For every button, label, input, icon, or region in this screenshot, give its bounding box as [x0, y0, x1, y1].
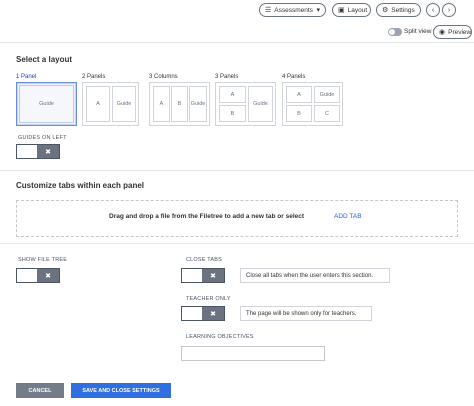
layout-label-1-panel: 1 Panel — [16, 74, 37, 80]
dropzone-text: Drag and drop a file from the Filetree t… — [109, 213, 305, 220]
toggle-knob — [182, 269, 202, 282]
layout-option-3-columns[interactable]: A B Guide — [149, 82, 210, 126]
layout-cell-guide: Guide — [314, 86, 340, 103]
settings-label: Settings — [391, 6, 415, 14]
split-view-toggle[interactable] — [388, 28, 402, 36]
gear-icon: ⚙ — [382, 7, 389, 14]
toolbar-divider — [0, 42, 474, 43]
layout-cell-a: A — [153, 86, 170, 122]
preview-label: Preview — [448, 28, 472, 36]
settings-button[interactable]: ⚙ Settings — [376, 3, 421, 17]
close-tabs-label: CLOSE TABS — [186, 257, 223, 263]
layout-option-2-panels[interactable]: A Guide — [82, 82, 139, 126]
x-icon: ✖ — [45, 148, 51, 156]
list-icon: ☰ — [265, 7, 272, 14]
close-tabs-description: Close all tabs when the user enters this… — [240, 268, 390, 283]
teacher-only-description-text: The page will be shown only for teachers… — [246, 310, 357, 317]
layout-button[interactable]: ▣ Layout — [332, 3, 371, 17]
layout-label-3-panels: 3 Panels — [215, 74, 239, 80]
layout-cell-b: B — [171, 86, 188, 122]
previous-button[interactable]: ‹ — [426, 3, 440, 17]
layout-label-3-columns: 3 Columns — [149, 74, 178, 80]
x-icon: ✖ — [210, 272, 216, 280]
layout-option-1-panel[interactable]: Guide — [16, 82, 77, 126]
caret-down-icon: ▾ — [316, 7, 320, 14]
layout-cell-guide: Guide — [19, 85, 74, 123]
show-file-tree-label: SHOW FILE TREE — [18, 257, 68, 263]
section-divider — [0, 170, 474, 171]
layout-option-4-panels[interactable]: A B Guide C — [282, 82, 343, 126]
layout-cell-guide: Guide — [112, 86, 136, 122]
layout-cell-guide: Guide — [189, 86, 207, 122]
teacher-only-toggle[interactable]: ✖ — [181, 306, 225, 321]
close-tabs-description-text: Close all tabs when the user enters this… — [246, 272, 374, 279]
assessments-dropdown[interactable]: ☰ Assessments ▾ — [259, 3, 326, 17]
chevron-left-icon: ‹ — [431, 6, 435, 14]
learning-objectives-input[interactable] — [181, 346, 325, 361]
close-tabs-toggle[interactable]: ✖ — [181, 268, 225, 283]
layout-cell-b: B — [286, 105, 312, 122]
x-icon: ✖ — [210, 310, 216, 318]
layout-label: Layout — [347, 6, 368, 14]
toggle-knob — [17, 269, 37, 282]
layout-cell-a: A — [86, 86, 110, 122]
show-file-tree-toggle[interactable]: ✖ — [16, 268, 60, 283]
learning-objectives-label: LEARNING OBJECTIVES — [186, 334, 254, 340]
toggle-knob — [182, 307, 202, 320]
x-icon: ✖ — [45, 272, 51, 280]
customize-tabs-heading: Customize tabs within each panel — [16, 181, 145, 190]
save-and-close-button[interactable]: SAVE AND CLOSE SETTINGS — [71, 383, 171, 398]
select-layout-heading: Select a layout — [16, 55, 73, 64]
layout-option-3-panels[interactable]: A B Guide — [215, 82, 276, 126]
preview-button[interactable]: ◉ Preview — [433, 25, 472, 39]
guides-on-left-toggle[interactable]: ✖ — [16, 144, 60, 159]
layout-cell-b: B — [219, 105, 246, 122]
layout-cell-c: C — [314, 105, 340, 122]
eye-icon: ◉ — [439, 29, 446, 36]
cancel-button[interactable]: CANCEL — [16, 383, 64, 398]
add-tab-link[interactable]: ADD TAB — [334, 213, 362, 220]
layout-cell-guide: Guide — [248, 86, 273, 122]
teacher-only-description: The page will be shown only for teachers… — [240, 306, 372, 321]
teacher-only-label: TEACHER ONLY — [186, 296, 231, 302]
layout-cell-a: A — [219, 86, 246, 103]
split-view-label: Split view — [404, 28, 432, 35]
toggle-knob — [17, 145, 37, 158]
section-divider — [0, 243, 474, 244]
guides-on-left-label: GUIDES ON LEFT — [18, 135, 67, 141]
layout-cell-a: A — [286, 86, 312, 103]
layout-label-2-panels: 2 Panels — [82, 74, 106, 80]
layout-icon: ▣ — [338, 7, 345, 14]
next-button[interactable]: › — [442, 3, 456, 17]
chevron-right-icon: › — [447, 6, 451, 14]
assessments-label: Assessments — [274, 6, 313, 14]
layout-label-4-panels: 4 Panels — [282, 74, 306, 80]
